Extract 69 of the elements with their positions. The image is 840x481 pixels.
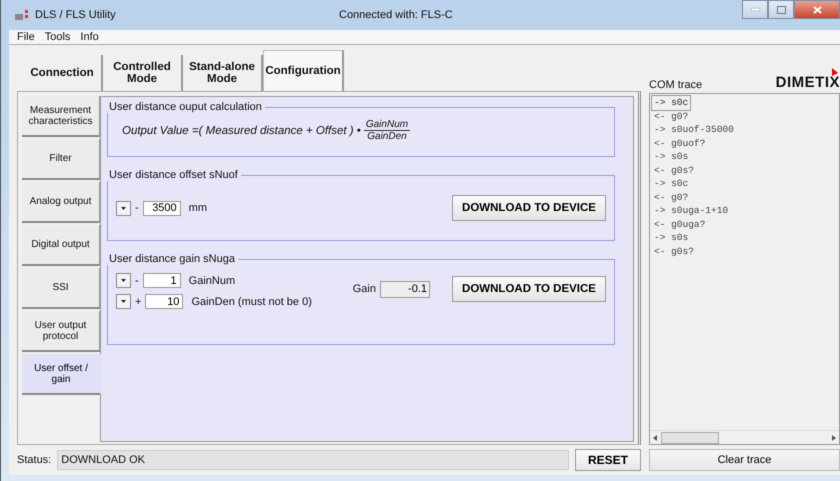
trace-line[interactable]: <- g0uga? (652, 218, 708, 231)
trace-line[interactable]: -> s0c (652, 177, 690, 190)
tab[interactable]: Configuration (263, 50, 344, 91)
trace-line[interactable]: <- g0uof? (652, 136, 708, 150)
close-button[interactable] (794, 0, 840, 19)
formula-text: Output Value =( Measured distance + Offset ) • (122, 124, 361, 136)
gain-input[interactable]: 1 (142, 273, 181, 288)
sign-dropdown[interactable] (116, 294, 131, 309)
minimize-button[interactable] (742, 0, 768, 19)
side-tab[interactable]: Filter (22, 139, 100, 180)
group-title: User distance gain sNuga (108, 253, 236, 265)
field-label: GainNum (188, 274, 236, 286)
sign-text: + (135, 296, 142, 308)
caret-icon (121, 300, 126, 303)
reset-button[interactable]: RESET (575, 449, 641, 471)
close-icon (812, 6, 822, 14)
menu-item[interactable]: Info (80, 31, 99, 43)
minimize-icon (750, 8, 760, 11)
trace-line[interactable]: -> s0s (652, 231, 690, 244)
triangle-icon (832, 68, 838, 76)
trace-line[interactable]: <- g0s? (652, 164, 696, 177)
menu-item[interactable]: File (17, 31, 35, 43)
sign-text: - (135, 274, 139, 286)
app-icon (15, 10, 31, 20)
side-tab[interactable]: User offset / gain (22, 354, 101, 395)
gain-output-field[interactable]: -0.1 (380, 280, 430, 298)
gain-label: Gain (352, 283, 376, 295)
caret-icon (121, 206, 126, 210)
window-title: DLS / FLS Utility (35, 9, 117, 21)
sign-text: - (135, 202, 139, 214)
download-button[interactable]: DOWNLOAD TO DEVICE (452, 195, 606, 221)
side-tab[interactable]: User output protocol (22, 311, 100, 352)
trace-line[interactable]: -> s0c (652, 96, 690, 110)
trace-list[interactable]: -> s0c <- g0? -> s0uof-35000 <- g0uof? -> s0s <- g0s? -> s0c <- g0? -> s0uga-1+10 <- g0uga? -> s0s <- g0s? (649, 93, 840, 445)
side-tab[interactable]: Analog output (22, 182, 100, 223)
trace-line[interactable]: <- g0? (652, 190, 690, 204)
right-arrow-icon (832, 434, 836, 440)
status-label: Status: (17, 454, 52, 466)
logo-text: DIMETIX (776, 74, 840, 91)
side-tab[interactable]: SSI (22, 268, 100, 309)
gain-input[interactable]: 10 (145, 294, 184, 309)
connection-status: Connected with: FLS-C (339, 9, 454, 21)
formula-denominator: GainDen (367, 131, 407, 142)
trace-line[interactable]: <- g0? (652, 110, 690, 123)
download-button[interactable]: DOWNLOAD TO DEVICE (452, 276, 606, 302)
caret-icon (121, 279, 126, 282)
sign-dropdown[interactable] (116, 273, 131, 288)
left-arrow-icon (653, 434, 657, 440)
menu-item[interactable]: Tools (44, 31, 70, 43)
trace-line[interactable]: <- g0s? (652, 244, 696, 258)
trace-line[interactable]: -> s0uga-1+10 (652, 204, 730, 218)
maximize-button[interactable] (768, 0, 794, 19)
com-trace-label: COM trace (649, 79, 702, 91)
scroll-thumb[interactable] (661, 432, 719, 444)
horizontal-scrollbar[interactable] (650, 430, 839, 444)
sign-dropdown[interactable] (116, 200, 131, 216)
clear-trace-button[interactable]: Clear trace (649, 449, 840, 471)
group-title: User distance offset sNuof (108, 169, 239, 181)
side-tab[interactable]: Measurement characteristics (22, 96, 100, 137)
formula-numerator: GainNum (364, 119, 410, 131)
offset-input[interactable]: 3500 (142, 200, 181, 216)
side-tab[interactable]: Digital output (22, 225, 100, 266)
trace-line[interactable]: -> s0s (652, 150, 690, 164)
group-title: User distance ouput calculation (108, 101, 263, 113)
maximize-icon (776, 6, 786, 14)
trace-line[interactable]: -> s0uof-35000 (652, 123, 736, 136)
unit-label: mm (188, 202, 207, 214)
status-field: DOWNLOAD OK (57, 450, 569, 470)
field-label: GainDen (must not be 0) (191, 296, 312, 308)
